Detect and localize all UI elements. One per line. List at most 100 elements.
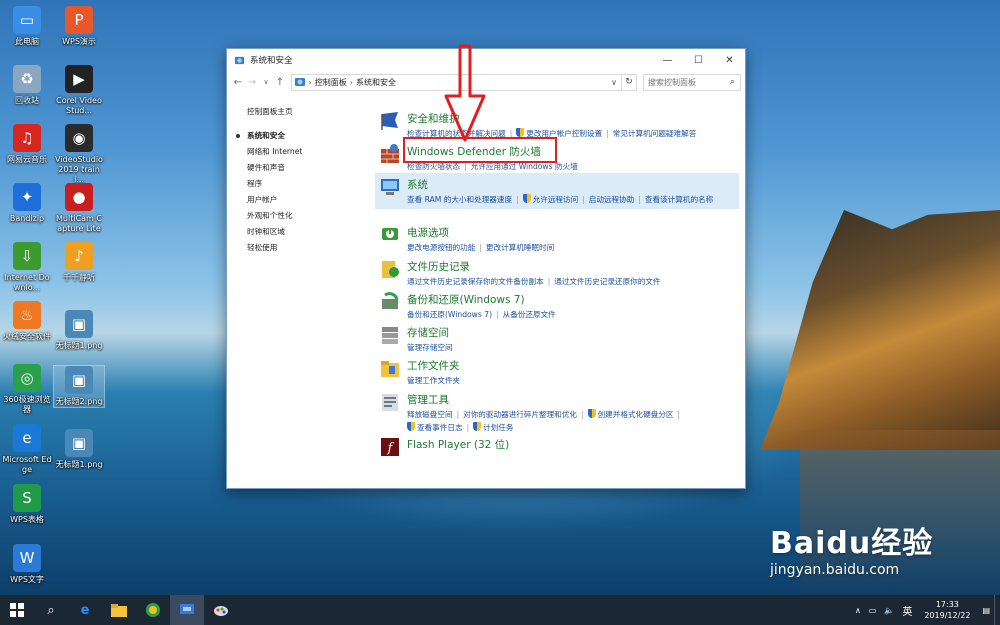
- category-link[interactable]: 备份和还原(Windows 7): [407, 310, 492, 319]
- desktop-icon[interactable]: ♪ 千千静听: [54, 242, 104, 283]
- security-maintenance-icon[interactable]: [379, 110, 401, 132]
- category-link[interactable]: 管理工作文件夹: [407, 376, 460, 385]
- taskbar-paint-icon[interactable]: [204, 595, 238, 625]
- close-button[interactable]: ✕: [714, 49, 745, 71]
- ime-indicator[interactable]: 英: [898, 603, 916, 618]
- network-icon[interactable]: ▭: [865, 606, 881, 615]
- desktop-icon[interactable]: S WPS表格: [2, 484, 52, 525]
- category-link[interactable]: 更改电源按钮的功能: [407, 243, 475, 252]
- nav-item[interactable]: 硬件和声音: [247, 160, 367, 176]
- admin-tools-icon[interactable]: [379, 391, 401, 413]
- nav-item[interactable]: 轻松使用: [247, 240, 367, 256]
- category-link[interactable]: 允许应用通过 Windows 防火墙: [471, 162, 578, 171]
- backup-restore-icon[interactable]: [379, 291, 401, 313]
- category-link-label: 释放磁盘空间: [407, 410, 453, 419]
- desktop-icon[interactable]: ♨ 火绒安全软件: [2, 301, 52, 342]
- category-link-label: 对你的驱动器进行碎片整理和优化: [463, 410, 578, 419]
- category-title[interactable]: 系统: [407, 177, 428, 193]
- search-icon[interactable]: ⌕: [730, 77, 735, 87]
- storage-spaces-icon[interactable]: [379, 324, 401, 346]
- maximize-button[interactable]: ☐: [683, 49, 714, 71]
- watermark-brand: Baidu经验: [770, 526, 934, 561]
- category-link[interactable]: 允许远程访问: [522, 194, 578, 204]
- category-link[interactable]: 创建并格式化硬盘分区: [587, 409, 674, 419]
- back-arrow-icon[interactable]: ←: [231, 77, 245, 88]
- desktop-icon[interactable]: ♻ 回收站: [2, 65, 52, 106]
- category-link[interactable]: 管理存储空间: [407, 343, 453, 352]
- category-title[interactable]: 备份和还原(Windows 7): [407, 292, 525, 308]
- nav-item[interactable]: 用户帐户: [247, 192, 367, 208]
- category-title[interactable]: 电源选项: [407, 225, 449, 241]
- firewall-icon[interactable]: [379, 143, 401, 165]
- desktop-icon[interactable]: ◎ 360极速浏览器: [2, 364, 52, 415]
- category-title[interactable]: 文件历史记录: [407, 259, 470, 275]
- category-links: 查看 RAM 的大小和处理器速度 | 允许远程访问 | 启动远程协助 | 查看该计算机的名称: [407, 193, 739, 206]
- category-link[interactable]: 对你的驱动器进行碎片整理和优化: [463, 410, 577, 419]
- desktop-icon[interactable]: ✦ Bandizip: [2, 183, 52, 224]
- power-options-icon[interactable]: [379, 224, 401, 246]
- address-dropdown-icon[interactable]: ∨: [607, 78, 621, 87]
- desktop-icon[interactable]: W WPS文字: [2, 544, 52, 585]
- file-history-icon[interactable]: [379, 258, 401, 280]
- taskbar-search-icon[interactable]: ⌕: [34, 595, 68, 625]
- recent-locations-icon[interactable]: ∨: [259, 78, 273, 86]
- flash-player-icon[interactable]: f: [379, 436, 401, 458]
- category-link[interactable]: 通过文件历史记录保存你的文件备份副本: [407, 277, 544, 286]
- desktop-icon[interactable]: e Microsoft Edge: [2, 424, 52, 475]
- category-title[interactable]: 工作文件夹: [407, 358, 460, 374]
- taskbar-edge-icon[interactable]: e: [68, 595, 102, 625]
- desktop-icon[interactable]: ▣ 无标题1.png: [54, 429, 104, 470]
- category-title[interactable]: 管理工具: [407, 392, 449, 408]
- forward-arrow-icon[interactable]: →: [245, 77, 259, 88]
- category-title[interactable]: 存储空间: [407, 325, 449, 341]
- show-hidden-icons-icon[interactable]: ∧: [851, 606, 865, 615]
- nav-item[interactable]: 程序: [247, 176, 367, 192]
- start-windows-icon[interactable]: [0, 595, 34, 625]
- category-title[interactable]: Flash Player (32 位): [407, 437, 509, 453]
- search-input[interactable]: [644, 77, 730, 87]
- desktop-icon[interactable]: ▭ 此电脑: [2, 6, 52, 47]
- desktop-icon[interactable]: ♫ 网易云音乐: [2, 124, 52, 165]
- category-link[interactable]: 查看该计算机的名称: [645, 195, 713, 204]
- taskbar-360-browser-icon[interactable]: [136, 595, 170, 625]
- desktop-icon[interactable]: ◉ VideoStudio 2019 traini...: [54, 124, 104, 185]
- nav-item[interactable]: 时钟和区域: [247, 224, 367, 240]
- desktop-icon[interactable]: ▶ Corel VideoStud...: [54, 65, 104, 116]
- work-folders-icon[interactable]: [379, 357, 401, 379]
- volume-icon[interactable]: 🔈: [880, 606, 898, 615]
- category-link-label: 启动远程协助: [588, 195, 635, 204]
- desktop-icon[interactable]: ▣ 无标题1.png: [54, 310, 104, 351]
- category-link[interactable]: 计划任务: [473, 422, 514, 432]
- category-links: 备份和还原(Windows 7) | 从备份还原文件: [407, 308, 739, 321]
- search-box[interactable]: ⌕: [643, 73, 741, 91]
- category-link[interactable]: 常见计算机问题疑难解答: [613, 129, 697, 138]
- notification-icon[interactable]: ▤: [978, 606, 994, 615]
- nav-item[interactable]: 网络和 Internet: [247, 144, 367, 160]
- category-link[interactable]: 检查防火墙状态: [407, 162, 460, 171]
- watermark-url: jingyan.baidu.com: [770, 562, 900, 578]
- taskbar-control-panel-icon[interactable]: [170, 595, 204, 625]
- category-link[interactable]: 从备份还原文件: [503, 310, 556, 319]
- desktop-icon[interactable]: ▣ 无标题2.png: [53, 365, 105, 408]
- nav-item[interactable]: 外观和个性化: [247, 208, 367, 224]
- up-arrow-icon[interactable]: ↑: [273, 77, 287, 88]
- category-link[interactable]: 通过文件历史记录还原你的文件: [554, 277, 660, 286]
- desktop-icon[interactable]: ⇩ Internet Downlo...: [2, 242, 52, 293]
- clock[interactable]: 17:33 2019/12/22: [916, 599, 978, 621]
- desktop-icon[interactable]: ● MultiCam Capture Lite: [54, 183, 104, 234]
- category-link[interactable]: 查看 RAM 的大小和处理器速度: [407, 195, 512, 204]
- category-link[interactable]: 查看事件日志: [407, 422, 463, 432]
- breadcrumb-current[interactable]: 系统和安全: [353, 77, 399, 88]
- show-desktop-button[interactable]: [994, 595, 1000, 625]
- breadcrumb-control-panel[interactable]: 控制面板: [312, 77, 350, 88]
- category-link[interactable]: 启动远程协助: [589, 195, 635, 204]
- desktop-icon[interactable]: P WPS演示: [54, 6, 104, 47]
- nav-control-panel-home[interactable]: 控制面板主页: [247, 104, 367, 120]
- taskbar-file-explorer-icon[interactable]: [102, 595, 136, 625]
- system-icon[interactable]: [379, 176, 401, 198]
- category-link[interactable]: 更改计算机睡眠时间: [486, 243, 554, 252]
- category-link[interactable]: 释放磁盘空间: [407, 410, 453, 419]
- minimize-button[interactable]: —: [652, 49, 683, 71]
- nav-item[interactable]: 系统和安全: [236, 128, 367, 144]
- refresh-icon[interactable]: ↻: [622, 73, 637, 91]
